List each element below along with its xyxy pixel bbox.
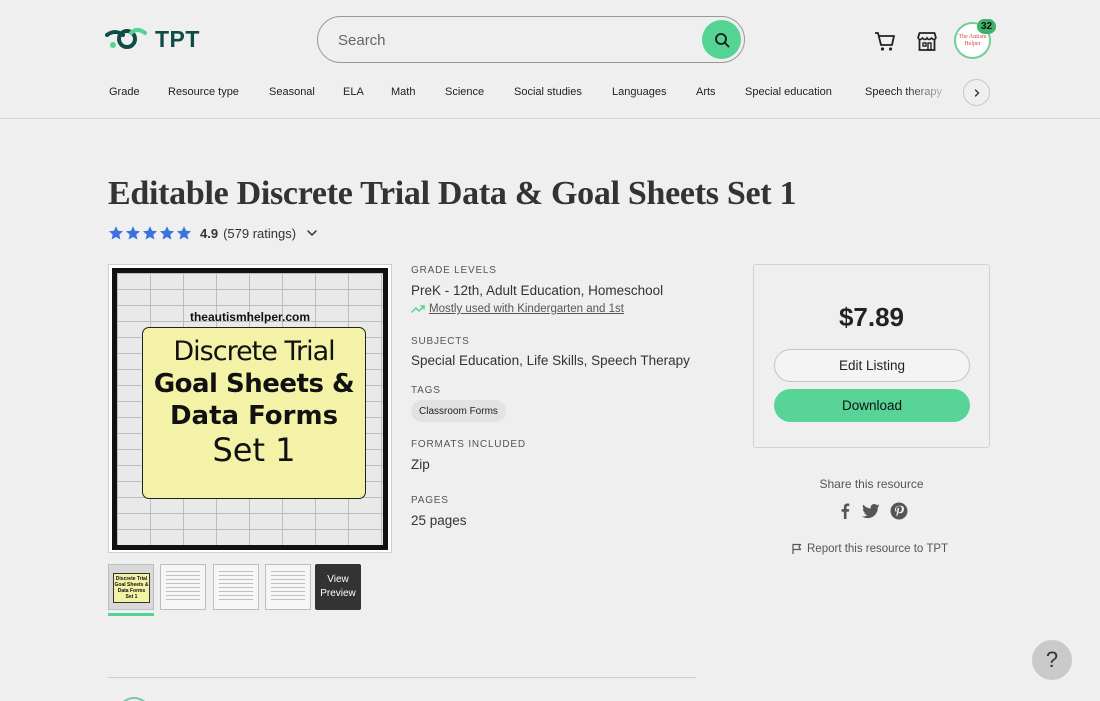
rating-value: 4.9: [200, 225, 219, 241]
thumbnail-1[interactable]: Discrete Trial Goal Sheets & Data Forms …: [108, 564, 154, 610]
mostly-used-link[interactable]: Mostly used with Kindergarten and 1st: [411, 303, 624, 315]
tpt-logo[interactable]: TPT: [105, 25, 200, 53]
avatar-text: The Autism Helper: [958, 33, 987, 47]
tpt-logo-icon: [105, 28, 147, 49]
nav-item-math[interactable]: Math: [391, 86, 415, 98]
nav-item-ela[interactable]: ELA: [343, 86, 364, 98]
pinterest-icon[interactable]: [889, 501, 909, 521]
nav-next-button[interactable]: [963, 79, 990, 106]
nav-item-special-education[interactable]: Special education: [745, 86, 832, 98]
pages-value: 25 pages: [411, 513, 467, 528]
share-label: Share this resource: [819, 477, 924, 491]
help-button[interactable]: ?: [1032, 640, 1072, 680]
section-divider: [108, 677, 696, 678]
nav-item-social-studies[interactable]: Social studies: [514, 86, 582, 98]
formats-value: Zip: [411, 457, 430, 472]
edit-listing-button[interactable]: Edit Listing: [774, 349, 970, 382]
grade-levels-value: PreK - 12th, Adult Education, Homeschool: [411, 283, 664, 298]
grade-levels-label: GRADE LEVELS: [411, 265, 497, 276]
thumbnail-cover-text: Discrete Trial Goal Sheets & Data Forms …: [113, 573, 150, 603]
cover-title-card: Discrete Trial Goal Sheets & Data Forms …: [142, 327, 366, 499]
nav-item-arts[interactable]: Arts: [696, 86, 716, 98]
search-button[interactable]: [702, 20, 741, 59]
trending-up-icon: [411, 305, 425, 313]
nav-item-resource-type[interactable]: Resource type: [168, 86, 239, 98]
nav-item-science[interactable]: Science: [445, 86, 484, 98]
download-button[interactable]: Download: [774, 389, 970, 422]
rating-count: (579 ratings): [223, 225, 297, 241]
chevron-down-icon[interactable]: [306, 227, 318, 239]
star-icon: [125, 226, 141, 240]
report-text: Report this resource to TPT: [807, 543, 949, 555]
site-header: TPT The Autism Helper 32 Grade Resource …: [0, 0, 1100, 119]
nav-item-grade[interactable]: Grade: [109, 86, 140, 98]
flag-icon: [792, 543, 802, 554]
thumbnail-page-lines: [219, 571, 253, 601]
thumbnail-active-indicator: [108, 613, 154, 616]
cart-icon[interactable]: [873, 29, 897, 53]
notification-badge: 32: [977, 19, 996, 34]
subjects-label: SUBJECTS: [411, 336, 470, 347]
search-input[interactable]: [338, 29, 698, 51]
search-bar: [317, 16, 745, 63]
cover-frame: theautismhelper.com Discrete Trial Goal …: [112, 268, 388, 550]
tag-chip[interactable]: Classroom Forms: [411, 400, 506, 422]
cover-line-2: Goal Sheets &: [153, 369, 355, 399]
report-link[interactable]: Report this resource to TPT: [791, 543, 948, 555]
cover-line-3: Data Forms: [169, 401, 339, 431]
store-icon[interactable]: [915, 29, 939, 53]
star-icon: [176, 226, 192, 240]
share-icons: [835, 501, 915, 521]
cover-line-4: Set 1: [212, 431, 296, 469]
subjects-value[interactable]: Special Education, Life Skills, Speech T…: [411, 353, 690, 368]
rating-summary[interactable]: 4.9 (579 ratings): [108, 225, 318, 241]
mostly-used-text: Mostly used with Kindergarten and 1st: [429, 303, 624, 315]
star-icon: [108, 226, 124, 240]
formats-label: FORMATS INCLUDED: [411, 439, 526, 450]
purchase-box: $7.89 Edit Listing Download: [753, 264, 990, 448]
product-cover-image[interactable]: theautismhelper.com Discrete Trial Goal …: [108, 264, 392, 553]
cover-line-1: Discrete Trial: [173, 336, 335, 367]
view-preview-button[interactable]: View Preview: [315, 564, 361, 610]
facebook-icon[interactable]: [835, 501, 855, 521]
cover-site-text: theautismhelper.com: [189, 310, 311, 324]
thumbnail-page-lines: [166, 571, 200, 601]
tags-label: TAGS: [411, 385, 441, 396]
nav-fade: [905, 80, 955, 106]
thumbnail-2[interactable]: [160, 564, 206, 610]
star-rating: [108, 225, 192, 241]
pages-label: PAGES: [411, 495, 449, 506]
star-icon: [159, 226, 175, 240]
star-icon: [142, 226, 158, 240]
thumbnail-page-lines: [271, 571, 305, 601]
seller-avatar-partial: [117, 697, 151, 701]
search-icon: [714, 32, 729, 47]
chevron-right-icon: [974, 88, 979, 97]
thumbnail-3[interactable]: [213, 564, 259, 610]
logo-text: TPT: [155, 25, 200, 52]
product-title: Editable Discrete Trial Data & Goal Shee…: [108, 175, 797, 212]
thumbnail-4[interactable]: [265, 564, 311, 610]
price: $7.89: [838, 302, 905, 332]
twitter-icon[interactable]: [861, 501, 881, 521]
nav-item-seasonal[interactable]: Seasonal: [269, 86, 315, 98]
nav-item-languages[interactable]: Languages: [612, 86, 666, 98]
